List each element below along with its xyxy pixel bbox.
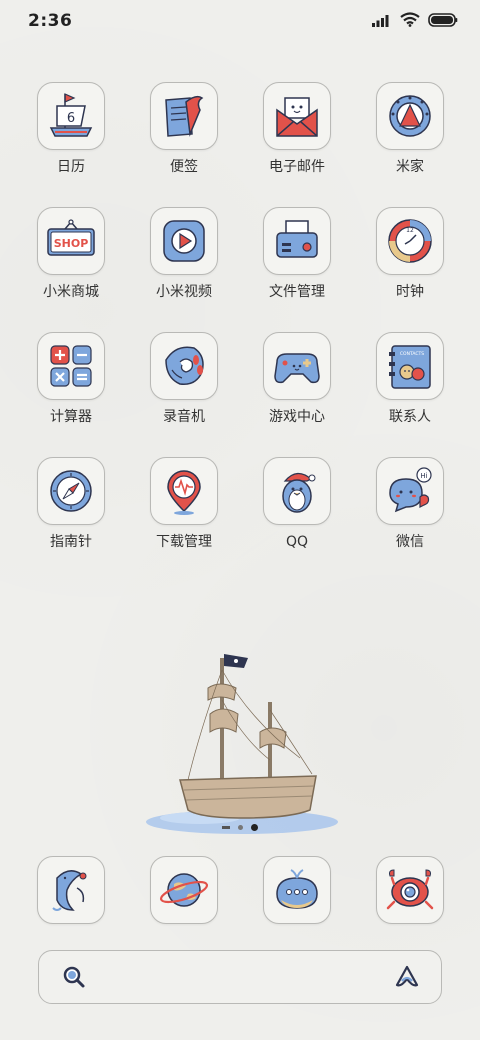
app-tile[interactable] <box>376 82 444 150</box>
app-label: 文件管理 <box>269 284 325 300</box>
wifi-icon <box>400 12 420 27</box>
app-qq[interactable]: QQ <box>245 457 349 551</box>
notes-flag-icon <box>165 95 204 137</box>
app-mi-store[interactable]: SHOP 小米商城 <box>19 207 123 301</box>
calculator-icon <box>50 345 92 387</box>
app-wechat[interactable]: Hi 微信 <box>358 457 462 551</box>
app-calendar[interactable]: 6 日历 <box>19 82 123 176</box>
app-recorder[interactable]: 录音机 <box>132 332 236 426</box>
app-tile[interactable] <box>37 332 105 400</box>
app-tile[interactable] <box>263 332 331 400</box>
app-label: 计算器 <box>50 409 92 425</box>
svg-text:12: 12 <box>406 227 414 234</box>
app-label: 时钟 <box>396 284 424 300</box>
app-downloads[interactable]: 下载管理 <box>132 457 236 551</box>
svg-text:CONTACTS: CONTACTS <box>400 351 424 357</box>
shop-sign-icon: SHOP <box>47 219 95 256</box>
page-dot[interactable] <box>222 826 230 829</box>
search-icon[interactable] <box>61 964 87 990</box>
svg-text:6: 6 <box>67 111 75 126</box>
app-label: 电子邮件 <box>269 159 325 175</box>
app-tile[interactable]: 6 <box>37 82 105 150</box>
play-icon <box>163 220 205 262</box>
app-label: 微信 <box>396 534 424 550</box>
app-tile[interactable]: CONTACTS <box>376 332 444 400</box>
contacts-book-icon: CONTACTS <box>389 345 431 389</box>
app-label: 指南针 <box>50 534 92 550</box>
dock <box>0 856 480 926</box>
clock-icon: 12 <box>388 219 432 263</box>
gamepad-icon <box>274 353 320 384</box>
sailboat-calendar-icon: 6 <box>49 93 93 137</box>
signal-icon <box>372 14 389 27</box>
whale-chat-icon <box>276 869 318 909</box>
crab-camera-icon <box>386 869 434 910</box>
phone-whale-icon <box>52 870 87 911</box>
page-dot[interactable] <box>238 825 243 830</box>
status-bar: 2:36 <box>0 0 480 44</box>
app-tile[interactable] <box>376 856 444 924</box>
app-mi-video[interactable]: 小米视频 <box>132 207 236 301</box>
battery-icon <box>428 12 458 27</box>
app-label: 下载管理 <box>156 534 212 550</box>
app-tile[interactable] <box>263 207 331 275</box>
app-tile[interactable] <box>150 332 218 400</box>
ship-illustration <box>146 654 338 834</box>
dock-camera[interactable] <box>358 856 462 924</box>
planet-icon <box>159 873 209 907</box>
app-label: 小米商城 <box>43 284 99 300</box>
app-label: 游戏中心 <box>269 409 325 425</box>
dock-phone[interactable] <box>19 856 123 924</box>
app-label: 便签 <box>170 159 198 175</box>
app-clock[interactable]: 12 时钟 <box>358 207 462 301</box>
app-tile[interactable] <box>263 856 331 924</box>
app-tile[interactable] <box>37 856 105 924</box>
app-label: 日历 <box>57 159 85 175</box>
app-label: QQ <box>285 534 309 550</box>
app-tile[interactable] <box>150 82 218 150</box>
download-pin-icon <box>167 470 201 515</box>
app-compass[interactable]: 指南针 <box>19 457 123 551</box>
dock-browser[interactable] <box>132 856 236 924</box>
svg-text:SHOP: SHOP <box>54 237 89 250</box>
status-time: 2:36 <box>28 11 73 31</box>
app-calculator[interactable]: 计算器 <box>19 332 123 426</box>
app-tile[interactable] <box>263 82 331 150</box>
app-file-manager[interactable]: 文件管理 <box>245 207 349 301</box>
app-tile[interactable] <box>263 457 331 525</box>
assistant-icon[interactable] <box>393 963 421 991</box>
svg-text:Hi: Hi <box>420 472 427 480</box>
printer-icon <box>276 220 318 258</box>
app-tile[interactable]: Hi <box>376 457 444 525</box>
app-mijia[interactable]: 米家 <box>358 82 462 176</box>
search-bar[interactable] <box>38 950 442 1004</box>
app-label: 联系人 <box>389 409 431 425</box>
mijia-icon <box>389 95 431 137</box>
app-tile[interactable] <box>37 457 105 525</box>
shell-recorder-icon <box>165 346 204 385</box>
app-tile[interactable] <box>150 207 218 275</box>
dock-messages[interactable] <box>245 856 349 924</box>
compass-icon <box>50 470 92 512</box>
app-notes[interactable]: 便签 <box>132 82 236 176</box>
app-label: 小米视频 <box>156 284 212 300</box>
app-tile[interactable] <box>150 856 218 924</box>
chat-bubbles-icon: Hi <box>389 467 432 513</box>
app-tile[interactable] <box>150 457 218 525</box>
penguin-icon <box>282 472 316 513</box>
envelope-icon <box>276 97 318 137</box>
status-icons <box>372 12 458 27</box>
page-indicator[interactable] <box>0 824 480 831</box>
app-label: 录音机 <box>163 409 205 425</box>
page-dot-active[interactable] <box>251 824 258 831</box>
app-tile[interactable]: 12 <box>376 207 444 275</box>
app-game-center[interactable]: 游戏中心 <box>245 332 349 426</box>
app-tile[interactable]: SHOP <box>37 207 105 275</box>
app-email[interactable]: 电子邮件 <box>245 82 349 176</box>
app-label: 米家 <box>396 159 424 175</box>
app-contacts[interactable]: CONTACTS 联系人 <box>358 332 462 426</box>
